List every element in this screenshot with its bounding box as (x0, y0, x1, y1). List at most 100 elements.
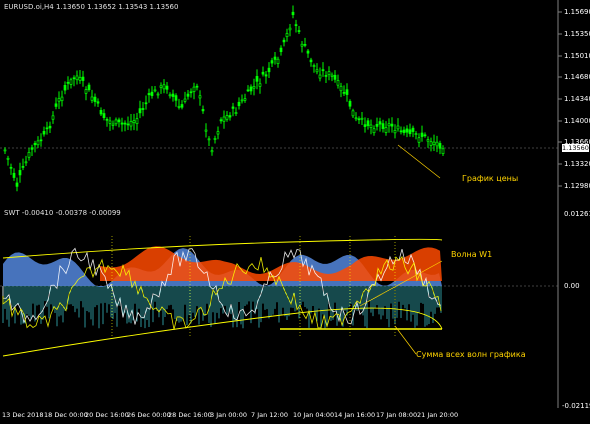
candle-body (435, 141, 439, 147)
candle-body (228, 115, 232, 118)
candle-body (48, 125, 52, 129)
time-axis: 13 Dec 2018 18 Dec 00:00 20 Dec 16:00 26… (0, 409, 590, 424)
candle-body (237, 101, 241, 107)
candle-body (141, 108, 145, 110)
candle-body (174, 95, 178, 101)
time-label: 13 Dec 2018 (2, 411, 44, 419)
candle-body (75, 75, 79, 81)
candle-body (255, 76, 259, 82)
candle-body (282, 39, 286, 43)
candle-body (303, 44, 307, 46)
candle-body (381, 123, 385, 129)
candle-body (342, 92, 346, 94)
candle-body (15, 182, 19, 187)
candle-body (51, 115, 55, 120)
candle-body (369, 124, 373, 128)
candle-body (183, 98, 187, 102)
price-tick: 1.14680 (564, 73, 590, 81)
candle-body (285, 33, 289, 38)
candle-body (210, 150, 214, 153)
candle-body (219, 119, 223, 122)
candle-body (180, 104, 184, 108)
candle-body (177, 105, 181, 108)
candle-body (87, 84, 91, 91)
candle-body (63, 84, 67, 91)
indicator-header: SWT -0.00410 -0.00378 -0.00099 (4, 209, 121, 217)
candle-body (204, 129, 208, 132)
price-tick: 1.13320 (564, 160, 590, 168)
candle-body (195, 85, 199, 88)
candle-body (93, 96, 97, 102)
candle-body (294, 24, 298, 26)
time-label: 7 Jan 12:00 (251, 411, 289, 419)
indicator-panel[interactable]: SWT -0.00410 -0.00378 -0.00099 0.01261 0… (0, 206, 590, 410)
candle-body (267, 67, 271, 73)
candle-body (24, 161, 28, 164)
candle-body (273, 56, 277, 60)
candle-body (438, 143, 442, 149)
candle-body (129, 120, 133, 127)
candle-body (405, 128, 409, 133)
time-label: 28 Dec 16:00 (168, 411, 212, 419)
candle-body (213, 138, 217, 140)
candle-body (165, 85, 169, 90)
candle-body (9, 166, 13, 169)
candle-body (252, 86, 256, 89)
candle-body (312, 65, 316, 67)
candle-body (159, 85, 163, 88)
indicator-tick: 0.00 (564, 282, 580, 290)
candle-body (168, 94, 172, 97)
time-label: 21 Jan 20:00 (417, 411, 459, 419)
candle-body (108, 120, 112, 124)
candle-body (60, 96, 64, 102)
candle-body (270, 60, 274, 64)
price-tick: 1.14340 (564, 95, 590, 103)
candle-body (153, 89, 157, 92)
candle-body (360, 117, 364, 120)
candle-body (378, 121, 382, 125)
candle-body (225, 115, 229, 120)
candle-body (162, 84, 166, 90)
candle-body (81, 76, 85, 81)
price-chart-panel[interactable]: EURUSD.oi,H4 1.13650 1.13652 1.13543 1.1… (0, 0, 590, 206)
sum-annotation-pointer (394, 325, 417, 355)
sum-annotation: Сумма всех волн графика (416, 350, 526, 359)
candle-body (264, 74, 268, 77)
candle-body (240, 99, 244, 102)
candle-body (234, 112, 238, 115)
price-tick: 1.15010 (564, 52, 590, 60)
candle-body (414, 133, 418, 135)
candle-body (114, 119, 118, 125)
candle-body (291, 11, 295, 16)
candle-body (138, 108, 142, 114)
candle-body (120, 122, 124, 125)
candle-body (105, 118, 109, 121)
time-label: 20 Dec 16:00 (85, 411, 129, 419)
candle-body (132, 120, 136, 124)
price-tick: 1.15690 (564, 8, 590, 16)
candle-body (84, 89, 88, 94)
candle-body (279, 47, 283, 53)
candle-body (231, 106, 235, 109)
candle-body (207, 138, 211, 141)
current-price-tag: 1.13560 (562, 144, 589, 152)
candle-body (297, 30, 301, 32)
time-label: 14 Jan 16:00 (334, 411, 376, 419)
candle-body (300, 43, 304, 47)
candle-body (420, 132, 424, 137)
candle-body (243, 98, 247, 101)
candle-body (66, 81, 70, 84)
candle-body (12, 172, 16, 178)
candle-body (393, 129, 397, 134)
candle-body (135, 118, 139, 124)
candle-body (366, 120, 370, 126)
time-label: 10 Jan 04:00 (293, 411, 335, 419)
candle-body (144, 102, 148, 105)
candle-body (123, 122, 127, 125)
candle-body (363, 124, 367, 127)
candle-body (192, 86, 196, 92)
candle-body (429, 141, 433, 146)
wave-fill-orange (100, 246, 442, 281)
candle-body (57, 98, 61, 102)
swt-indicator-chart (0, 206, 559, 408)
